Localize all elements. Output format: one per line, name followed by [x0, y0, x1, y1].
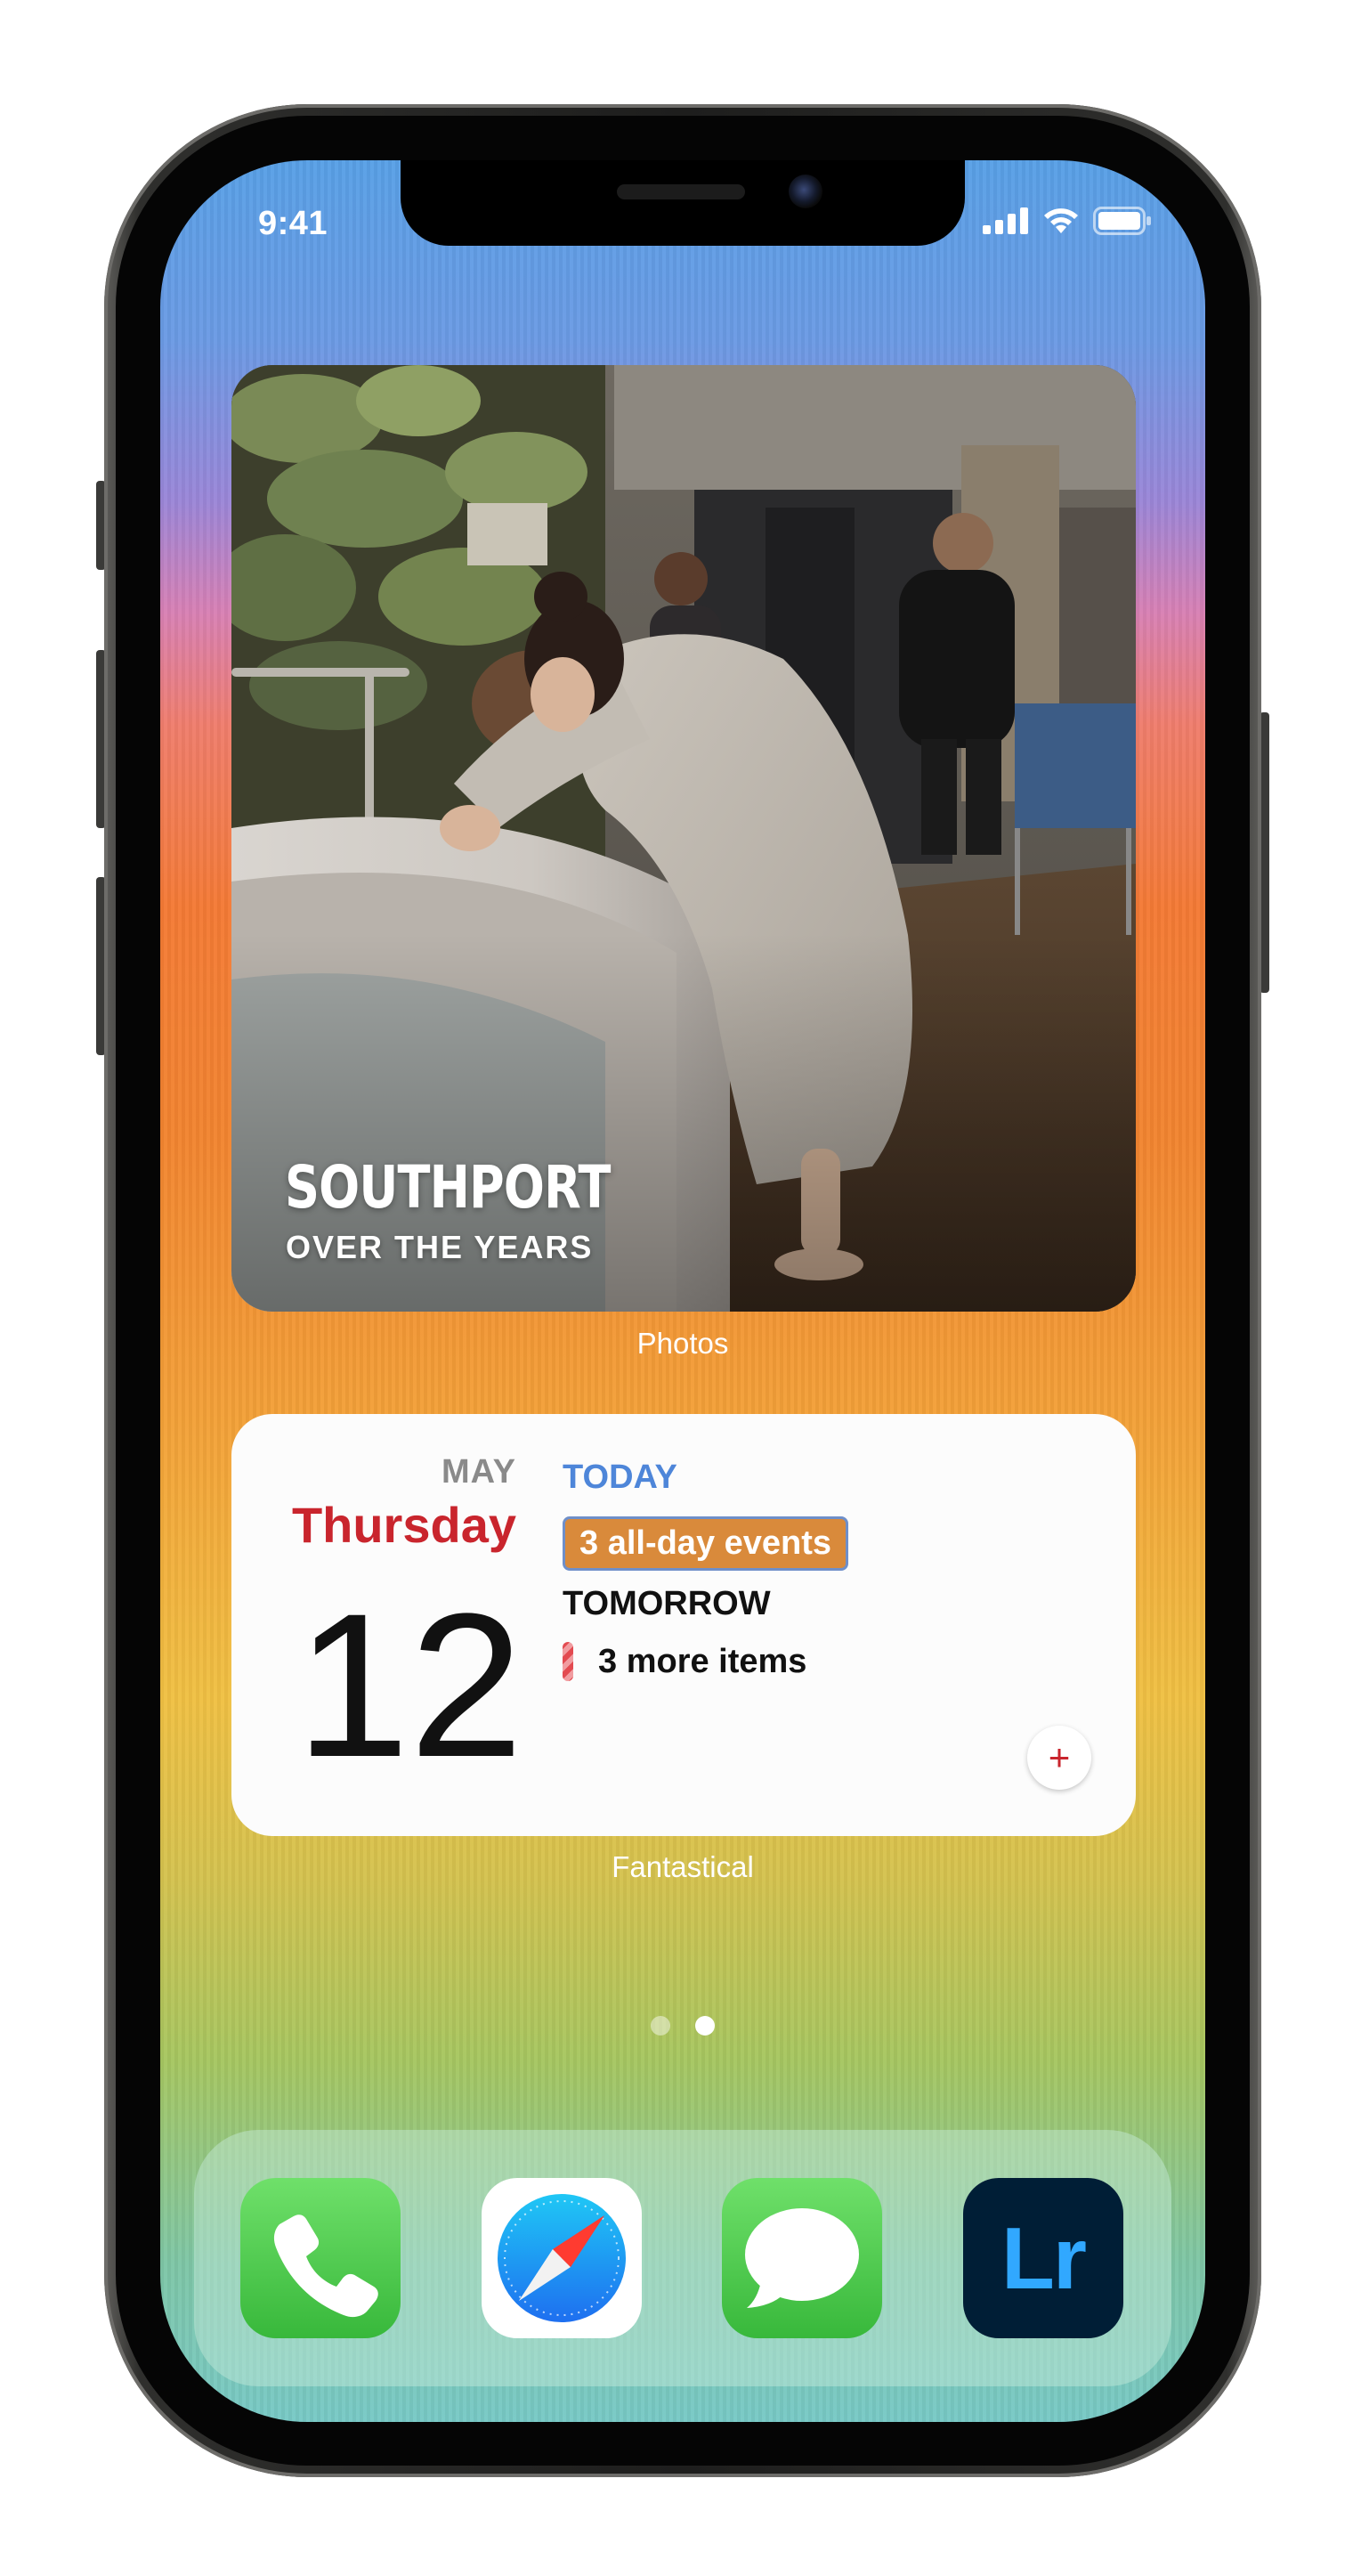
- message-bubble-icon: [745, 2208, 859, 2308]
- notch: [401, 160, 965, 246]
- all-day-events-badge[interactable]: 3 all-day events: [563, 1516, 849, 1571]
- fantastical-widget-caption: Fantastical: [612, 1850, 754, 1883]
- battery-icon: [1093, 207, 1151, 235]
- memory-title: SOUTHPORT: [285, 1153, 611, 1222]
- home-screen: 9:41 SOUTHPORT OVER THE YEARS Photos MAY…: [160, 160, 1205, 2422]
- memory-subtitle: OVER THE YEARS: [286, 1229, 594, 1265]
- calendar-color-marker-icon: [563, 1642, 573, 1681]
- fantastical-widget[interactable]: MAY Thursday 12 TODAY 3 all-day events T…: [231, 1414, 1136, 1836]
- photos-widget[interactable]: SOUTHPORT OVER THE YEARS: [231, 365, 1136, 1312]
- speaker-grille: [617, 184, 745, 199]
- front-camera-icon: [789, 175, 822, 208]
- today-section-label: TODAY: [563, 1459, 677, 1496]
- wifi-icon: [1044, 208, 1078, 233]
- tomorrow-section-label: TOMORROW: [563, 1585, 771, 1622]
- lightroom-icon: Lr: [1001, 2208, 1087, 2307]
- phone-icon: [273, 2214, 378, 2318]
- calendar-day-number: 12: [296, 1571, 523, 1800]
- status-icons: [983, 207, 1152, 235]
- page-indicator[interactable]: [160, 2016, 1205, 2036]
- page-dot[interactable]: [651, 2016, 670, 2036]
- dock: Lr: [194, 2130, 1171, 2386]
- lightroom-app-button[interactable]: Lr: [963, 2178, 1123, 2338]
- status-time: 9:41: [258, 205, 328, 242]
- safari-app-button[interactable]: [482, 2178, 642, 2338]
- page-dot-active[interactable]: [695, 2016, 715, 2036]
- add-event-button[interactable]: +: [1027, 1726, 1091, 1790]
- tomorrow-items-label: 3 more items: [598, 1642, 807, 1680]
- calendar-weekday: Thursday: [291, 1497, 516, 1553]
- cellular-signal-icon: [983, 207, 1028, 234]
- tomorrow-items-row[interactable]: 3 more items: [563, 1642, 806, 1681]
- phone-app-button[interactable]: [240, 2178, 401, 2338]
- calendar-month: MAY: [442, 1453, 516, 1491]
- device-mockup: 9:41 SOUTHPORT OVER THE YEARS Photos MAY…: [0, 0, 1361, 2576]
- photos-widget-caption: Photos: [636, 1327, 729, 1360]
- messages-app-button[interactable]: [722, 2178, 882, 2338]
- safari-compass-icon: [498, 2194, 626, 2322]
